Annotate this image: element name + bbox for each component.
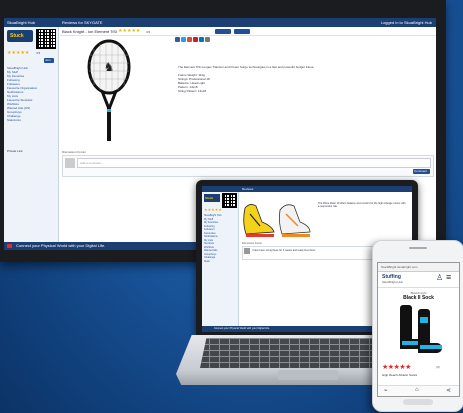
desktop-logo[interactable]: Stuck <box>7 30 33 42</box>
desktop-top-bar: SkuaBright Hub Reviews for SKYGATE Logge… <box>4 18 436 27</box>
laptop-product-desc: The Wave Rider 19 offers balance and com… <box>318 202 406 209</box>
discussion-label: Discussion Forum <box>62 150 87 154</box>
product-description: The Element TiSi merges Titanium and Pow… <box>178 65 408 93</box>
phone-speaker <box>409 247 427 249</box>
join-button[interactable]: Join <box>44 58 54 63</box>
join-button-label: Join <box>45 58 51 62</box>
sidebar-item[interactable]: Stats/Lists <box>7 118 55 122</box>
laptop-sidebar-stars: ★★★★★ <box>204 207 222 212</box>
desktop-product-title: Black Knight - Ion Element TiSi <box>62 29 117 34</box>
qr-code <box>36 29 56 49</box>
svg-text:♞: ♞ <box>104 60 115 74</box>
flag-icon <box>7 244 12 248</box>
phone-app-subtitle: SkuaBright Hub <box>382 280 404 284</box>
laptop-comment-text: I have been using these for 3 weeks and … <box>252 249 316 252</box>
facebook-icon[interactable] <box>175 37 180 42</box>
phone-screen: StuckBright skuabright.com Stuffing Skua… <box>377 262 460 397</box>
laptop-topbar-text: Reviews <box>242 187 254 191</box>
laptop-sidebar-menu: SkuaBright Hub My Stuff My Favorites Fol… <box>204 214 222 263</box>
bookmark-icon[interactable]: ⌂ <box>415 387 419 393</box>
desktop-topbar-title[interactable]: SkuaBright Hub <box>7 18 35 27</box>
sock-right-logo <box>420 317 428 323</box>
laptop-sidebar-item[interactable]: SkuaBright Hub <box>204 214 222 218</box>
phone-url: StuckBright skuabright.com <box>381 265 418 269</box>
phone-rating-stars: ★★★★★ <box>382 364 411 371</box>
linkedin-icon[interactable] <box>199 37 204 42</box>
desktop-topbar-center: Reviews for SKYGATE <box>62 20 103 25</box>
laptop-logo-text: Stuck <box>205 196 214 200</box>
comment-placeholder: Add a comment... <box>80 161 104 165</box>
comment-input[interactable]: Add a comment... <box>77 158 431 168</box>
google-plus-icon[interactable] <box>187 37 192 42</box>
comment-box: Add a comment... Comment <box>62 155 434 177</box>
phone-rating-count: (3) <box>436 365 440 369</box>
phone-footer-text: High Reach Athletic Socks <box>382 373 418 377</box>
desktop-sidebar-rating: 4.5 <box>36 51 41 55</box>
laptop-sidebar: Stuck ★★★★★ SkuaBright Hub My Stuff My F… <box>202 192 239 326</box>
follow-button[interactable] <box>215 29 231 34</box>
laptop-bottom-text: Connect your Physical World with your Di… <box>214 327 270 330</box>
laptop-sidebar-item[interactable]: Stats <box>204 260 222 264</box>
share-buttons <box>175 29 211 47</box>
desktop-sidebar-footer[interactable]: Private Link <box>7 149 23 153</box>
laptop-touchpad <box>278 370 338 380</box>
laptop-logo[interactable]: Stuck <box>204 194 220 202</box>
desktop-sidebar: Stuck ★★★★★ 4.5 Join SkuaBright Hub My S… <box>4 27 59 242</box>
sock-right-stripe <box>420 345 442 349</box>
comment-button[interactable]: Comment <box>413 169 430 174</box>
spec-line: String Pattern: 14x18 <box>178 89 207 93</box>
laptop-user-avatar <box>244 248 250 254</box>
share-icon[interactable]: ⋖ <box>446 387 451 394</box>
desktop-bottom-text: Connect your Physical World with your Di… <box>16 243 106 248</box>
pinterest-icon[interactable] <box>193 37 198 42</box>
menu-icon[interactable]: ≡ <box>446 273 451 282</box>
phone-action-bar: ⌁ ⌂ ⋖ <box>378 385 459 396</box>
desktop-sidebar-menu: SkuaBright Hub My Stuff My Favorites Fol… <box>7 66 55 122</box>
sock-image <box>396 305 444 357</box>
comment-button-label: Comment <box>414 169 428 173</box>
user-icon[interactable]: ♙ <box>436 274 443 282</box>
laptop-qr-code <box>222 193 237 208</box>
phone-url-bar[interactable]: StuckBright skuabright.com <box>378 263 459 272</box>
phone-product-title: Black II Sock <box>403 295 434 301</box>
desktop-title-row: Black Knight - Ion Element TiSi ★★★★★ 4.… <box>60 28 436 42</box>
favourite-button[interactable] <box>234 29 250 34</box>
desktop-topbar-login[interactable]: Logged in to SkuaBright Hub <box>381 18 432 27</box>
email-icon[interactable] <box>205 37 210 42</box>
phone-divider <box>378 287 459 288</box>
desktop-product-stars: ★★★★★ <box>118 28 141 34</box>
racket-image: ♞ <box>87 39 131 141</box>
desktop-product-rating: 4.5 <box>146 30 151 34</box>
phone-home-button[interactable] <box>403 399 433 405</box>
sneaker-images <box>243 204 311 237</box>
desktop-logo-text: Stuck <box>10 33 24 39</box>
desktop-sidebar-stars: ★★★★★ <box>7 50 30 56</box>
nfc-icon[interactable]: ⌁ <box>384 387 388 394</box>
user-avatar <box>65 158 75 168</box>
twitter-icon[interactable] <box>181 37 186 42</box>
